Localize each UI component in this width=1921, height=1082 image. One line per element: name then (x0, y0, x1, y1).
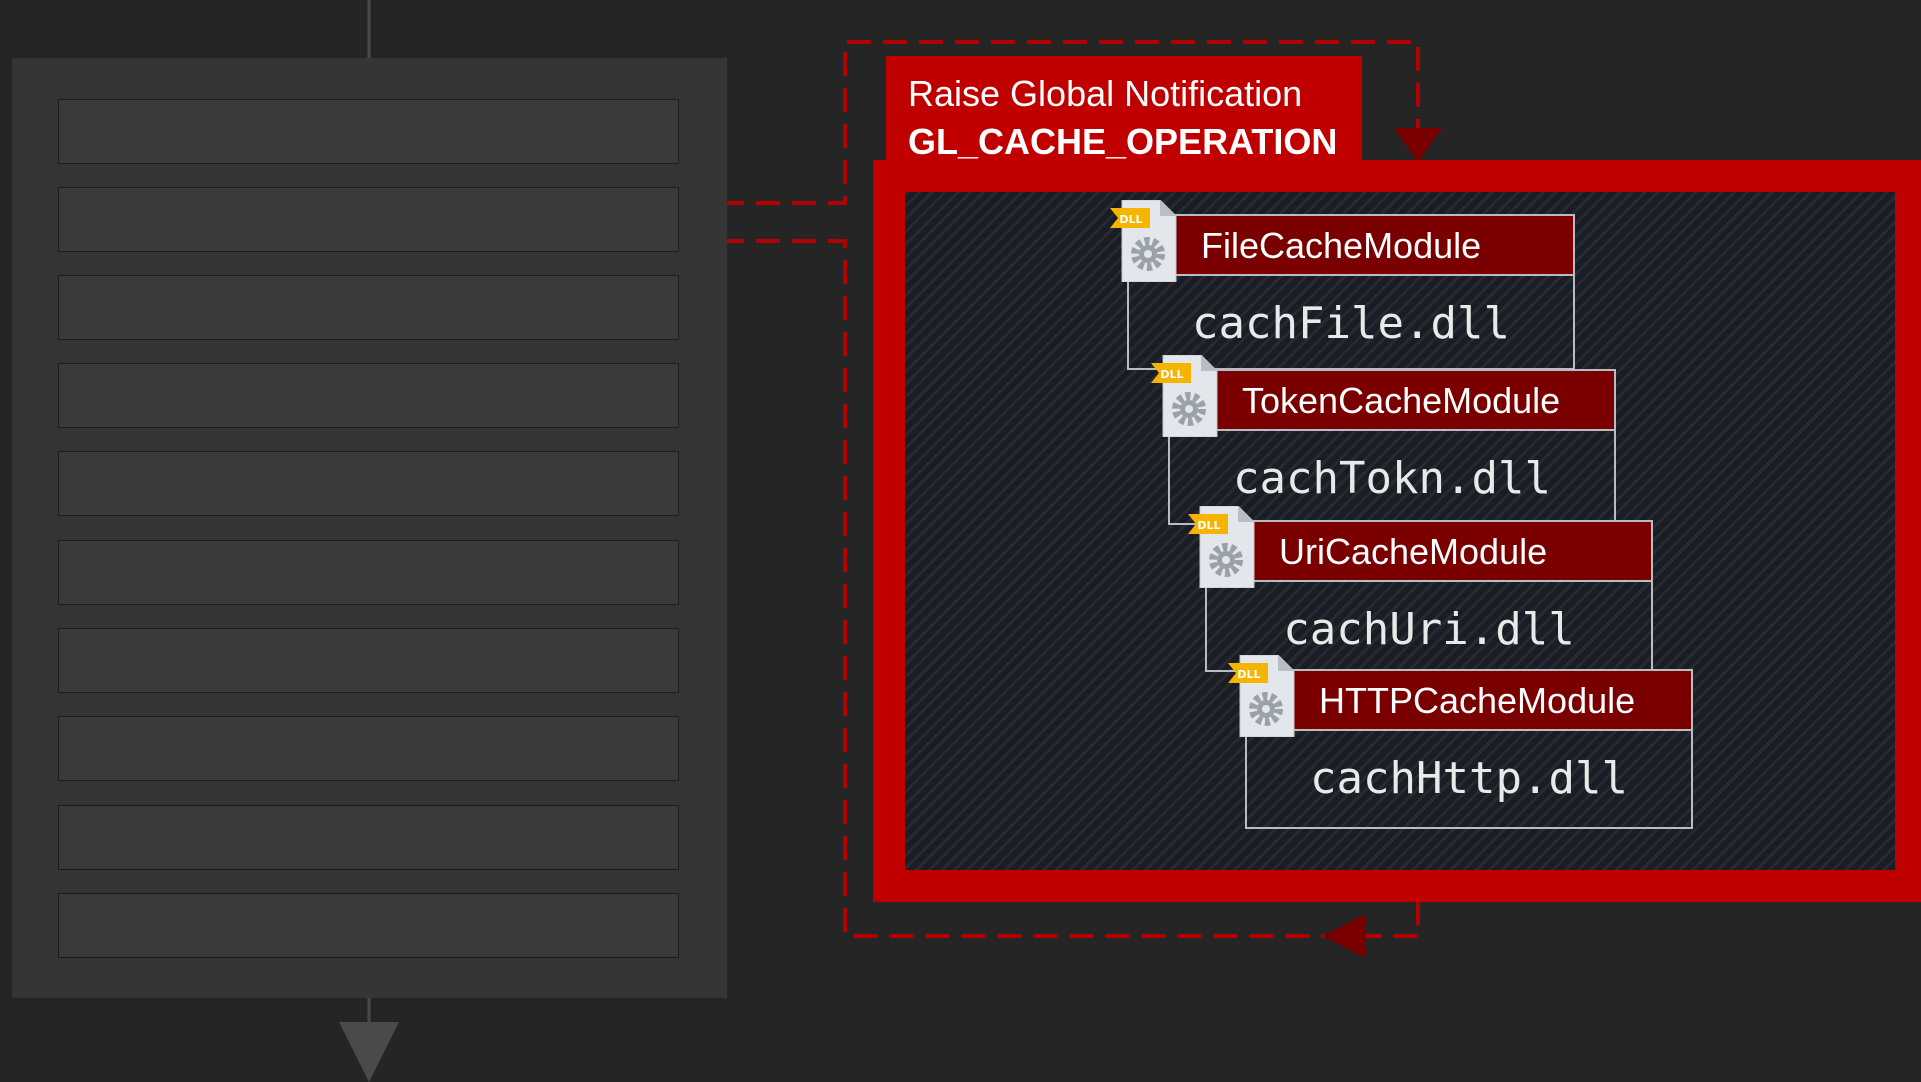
dll-file-icon: DLL (1151, 355, 1218, 437)
dll-file-icon: DLL (1110, 200, 1177, 282)
pipeline-stage (58, 540, 679, 605)
module-dll-file: cachHttp.dll (1310, 753, 1628, 804)
pipeline-stage (58, 451, 679, 516)
pipeline-stage (58, 275, 679, 340)
notification-label: Raise Global Notification GL_CACHE_OPERA… (886, 56, 1362, 166)
pipeline-stage (58, 893, 679, 958)
module-name: FileCacheModule (1129, 216, 1573, 276)
dll-badge-text: DLL (1160, 368, 1183, 381)
module-card-file-cache: FileCacheModule cachFile.dll (1127, 214, 1575, 370)
dll-badge-text: DLL (1119, 213, 1142, 226)
module-name: HTTPCacheModule (1247, 671, 1691, 731)
dll-file-icon: DLL (1228, 655, 1295, 737)
pipeline-stage (58, 628, 679, 693)
pipeline-stage (58, 187, 679, 252)
notification-return-arrow (1322, 914, 1366, 958)
notification-name: GL_CACHE_OPERATION (908, 121, 1338, 162)
notification-down-arrow (1394, 128, 1442, 162)
module-name: TokenCacheModule (1170, 371, 1614, 431)
request-pipeline-panel (12, 58, 727, 998)
dll-badge-text: DLL (1197, 519, 1220, 532)
pipeline-stage (58, 805, 679, 870)
module-name: UriCacheModule (1207, 522, 1651, 582)
module-card-uri-cache: UriCacheModule cachUri.dll (1205, 520, 1653, 672)
diagram-canvas: Raise Global Notification GL_CACHE_OPERA… (0, 0, 1921, 1082)
dll-badge-text: DLL (1237, 668, 1260, 681)
pipeline-stage (58, 363, 679, 428)
pipeline-stage (58, 99, 679, 164)
dll-file-icon: DLL (1188, 506, 1255, 588)
pipeline-stage (58, 716, 679, 781)
module-card-http-cache: HTTPCacheModule cachHttp.dll (1245, 669, 1693, 829)
notification-action: Raise Global Notification (908, 73, 1303, 114)
pipeline-exit-arrow (339, 1022, 399, 1082)
module-card-token-cache: TokenCacheModule cachTokn.dll (1168, 369, 1616, 525)
